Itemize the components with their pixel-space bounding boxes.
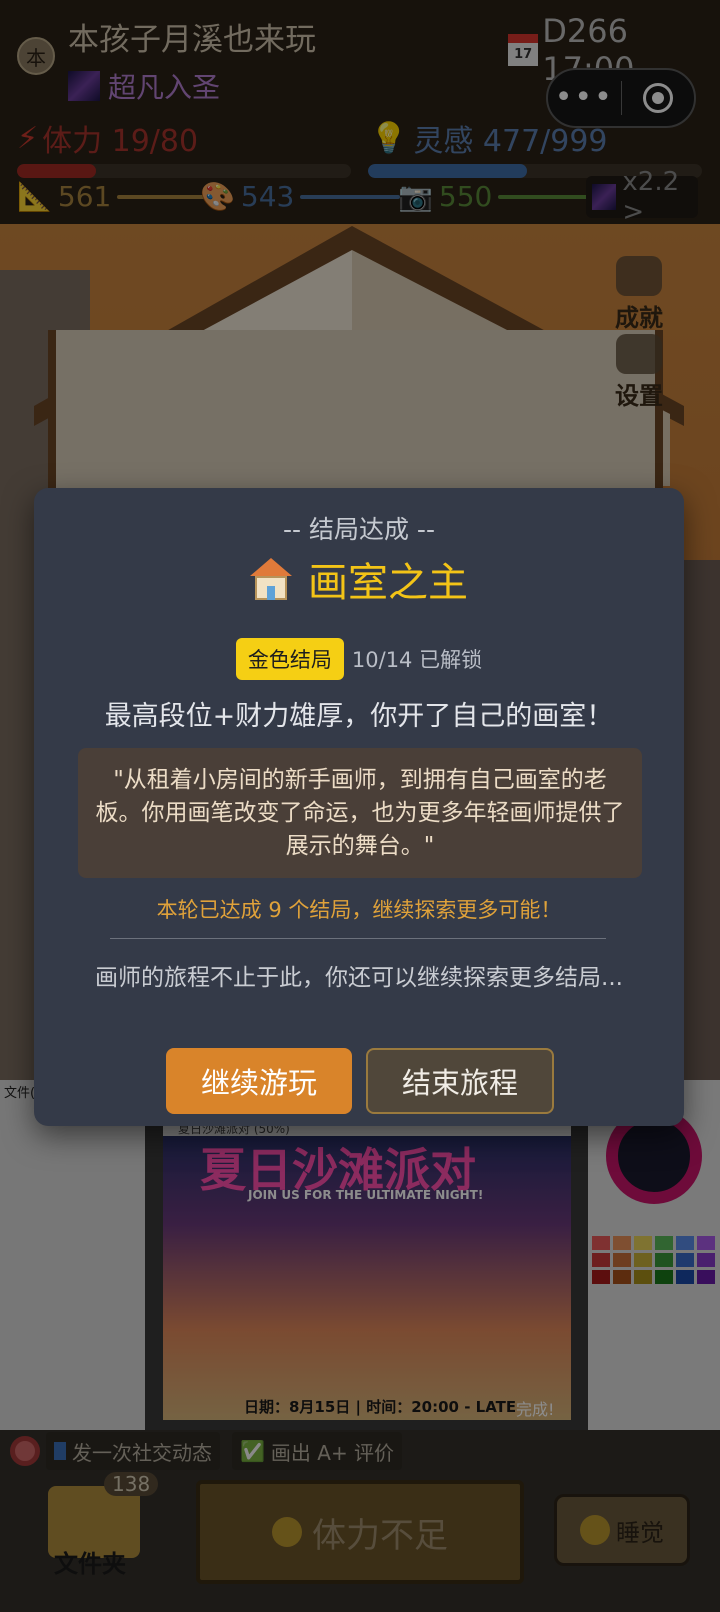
continue-playing-button[interactable]: 继续游玩	[166, 1048, 352, 1114]
gold-ending-badge: 金色结局	[235, 638, 344, 680]
ending-quote-text: "从租着小房间的新手画师，到拥有自己画室的老板。你用画笔改变了命运，也为更多年轻…	[95, 766, 625, 859]
ending-dialog: -- 结局达成 -- 画室之主 金色结局 10/14 已解锁 最高段位+财力雄厚…	[34, 488, 684, 1126]
ending-heading: -- 结局达成 --	[283, 515, 435, 544]
house-icon	[250, 558, 292, 600]
explore-more-text: 画师的旅程不止于此，你还可以继续探索更多结局...	[95, 965, 623, 991]
ending-title-row: 画室之主	[34, 550, 684, 608]
ending-description: 最高段位+财力雄厚，你开了自己的画室！	[104, 701, 614, 732]
ending-tags: 金色结局 10/14 已解锁	[34, 638, 684, 680]
ending-quote: "从租着小房间的新手画师，到拥有自己画室的老板。你用画笔改变了命运，也为更多年轻…	[78, 748, 642, 878]
endings-achieved-note: 本轮已达成 9 个结局，继续探索更多可能！	[156, 898, 562, 922]
divider	[110, 938, 606, 939]
end-journey-button[interactable]: 结束旅程	[366, 1048, 554, 1114]
ending-title: 画室之主	[308, 560, 468, 606]
unlocked-count: 10/14 已解锁	[351, 648, 483, 672]
